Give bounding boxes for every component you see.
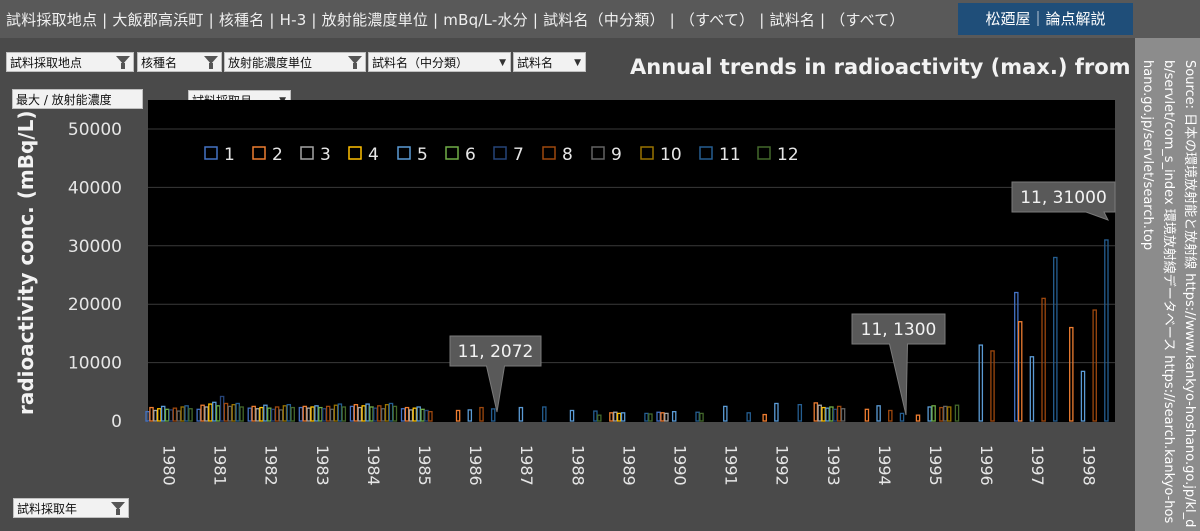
x-tick-label: 1986 xyxy=(466,445,485,486)
data-label: 11, 2072 xyxy=(458,342,534,362)
bar xyxy=(145,411,150,422)
x-tick-label: 1988 xyxy=(568,445,587,486)
y-tick-label: 20000 xyxy=(68,295,122,315)
x-tick-label: 1996 xyxy=(977,445,996,486)
data-label: 11, 31000 xyxy=(1020,188,1107,208)
legend-label: 3 xyxy=(320,145,331,165)
x-tick-label: 1994 xyxy=(875,445,894,486)
x-tick-label: 1989 xyxy=(619,445,638,486)
y-tick-label: 30000 xyxy=(68,237,122,257)
legend-label: 11 xyxy=(719,145,741,165)
legend-label: 10 xyxy=(660,145,682,165)
x-tick-label: 1987 xyxy=(517,445,536,486)
legend-label: 4 xyxy=(368,145,379,165)
source-text: Source: 日本の環境放射能と放射線 https://www.kankyo-… xyxy=(1140,60,1197,528)
x-tick-label: 1985 xyxy=(415,445,434,486)
legend-label: 1 xyxy=(224,145,235,165)
x-tick-label: 1991 xyxy=(722,445,741,486)
y-tick-label: 40000 xyxy=(68,178,122,198)
x-tick-label: 1981 xyxy=(211,445,230,486)
y-tick-label: 0 xyxy=(111,412,122,432)
plot-area xyxy=(148,100,1115,422)
y-tick-label: 50000 xyxy=(68,120,122,140)
x-tick-label: 1982 xyxy=(262,445,281,486)
bar-chart: 010000200003000040000500001980 1981 1982 19… xyxy=(68,100,1116,486)
y-tick-label: 10000 xyxy=(68,354,122,374)
legend-label: 5 xyxy=(417,145,428,165)
legend-label: 2 xyxy=(272,145,283,165)
x-tick-label: 1998 xyxy=(1079,445,1098,486)
x-tick-label: 1992 xyxy=(773,445,792,486)
x-tick-label: 1993 xyxy=(824,445,843,486)
legend-label: 7 xyxy=(513,145,524,165)
legend-label: 9 xyxy=(611,145,622,165)
legend-label: 6 xyxy=(465,145,476,165)
x-tick-label: 1995 xyxy=(926,445,945,486)
x-tick-label: 1990 xyxy=(671,445,690,486)
legend-label: 8 xyxy=(562,145,573,165)
x-tick-label: 1983 xyxy=(313,445,332,486)
data-label: 11, 1300 xyxy=(861,320,937,340)
x-tick-label: 1984 xyxy=(364,445,383,486)
x-tick-label: 1997 xyxy=(1028,445,1047,486)
legend-label: 12 xyxy=(777,145,799,165)
x-tick-label: 1980 xyxy=(160,445,179,486)
